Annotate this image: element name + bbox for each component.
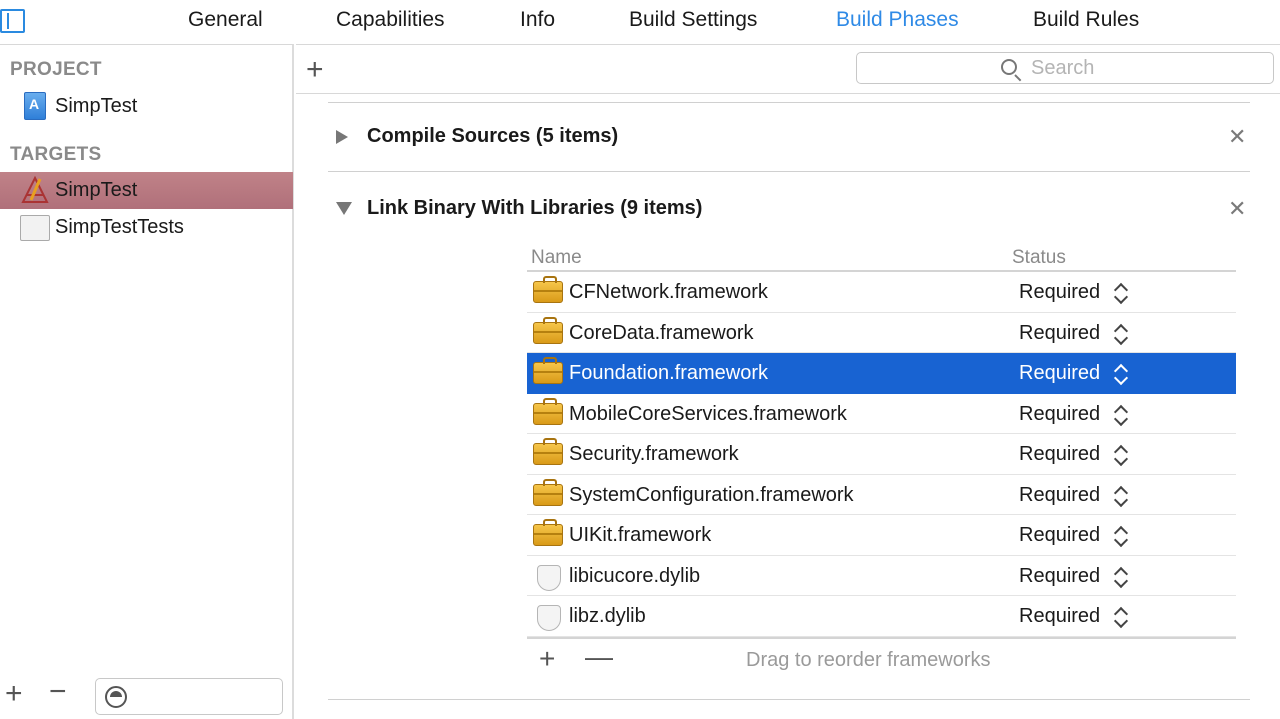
status-popup[interactable]: Required (1019, 362, 1100, 385)
sidebar-item-label: SimpTest (55, 179, 138, 201)
divider (328, 699, 1250, 700)
disclosure-triangle-collapsed-icon[interactable] (336, 129, 348, 144)
search-field[interactable] (856, 52, 1274, 84)
filter-icon (105, 686, 127, 708)
library-name: MobileCoreServices.framework (569, 402, 847, 425)
sidebar-item-label: SimpTestTests (55, 216, 184, 238)
disclosure-triangle-expanded-icon[interactable] (336, 202, 352, 215)
table-row[interactable]: MobileCoreServices.framework Required (527, 394, 1236, 434)
dylib-shield-icon (537, 605, 561, 631)
framework-toolbox-icon (533, 357, 563, 384)
table-row[interactable]: CoreData.framework Required (527, 313, 1236, 353)
sidebar-item-label: SimpTest (55, 95, 138, 117)
library-name: CoreData.framework (569, 321, 754, 344)
table-row[interactable]: SystemConfiguration.framework Required (527, 475, 1236, 515)
library-name: CFNetwork.framework (569, 281, 768, 303)
popup-chevrons-icon[interactable] (1113, 566, 1129, 588)
status-popup[interactable]: Required (1019, 484, 1100, 507)
navigator-toggle-icon[interactable] (0, 9, 25, 33)
framework-toolbox-icon (533, 316, 563, 344)
project-file-icon (24, 92, 46, 120)
tab-capabilities[interactable]: Capabilities (336, 8, 445, 32)
status-popup[interactable]: Required (1019, 403, 1100, 426)
sidebar-filter-field[interactable] (95, 678, 283, 715)
tab-build-rules[interactable]: Build Rules (1033, 8, 1139, 32)
popup-chevrons-icon[interactable] (1113, 404, 1129, 426)
search-icon (1001, 59, 1017, 75)
library-name: Security.framework (569, 443, 739, 465)
editor-tab-bar: General Capabilities Info Build Settings… (0, 0, 1280, 44)
library-name: libicucore.dylib (569, 564, 701, 587)
popup-chevrons-icon[interactable] (1113, 363, 1129, 385)
sidebar-bottom-bar: + − (0, 673, 293, 719)
popup-chevrons-icon[interactable] (1113, 485, 1129, 507)
framework-toolbox-icon (533, 276, 563, 303)
phase-title: Compile Sources (5 items) (367, 125, 619, 147)
sidebar-item-target-simptesttests[interactable]: SimpTestTests (0, 209, 293, 246)
phase-link-binary[interactable]: Link Binary With Libraries (9 items) (336, 197, 702, 220)
framework-toolbox-icon (533, 397, 563, 425)
divider (328, 102, 1250, 103)
table-header: Name Status (527, 242, 1236, 272)
library-name: SystemConfiguration.framework (569, 483, 854, 506)
tab-build-settings[interactable]: Build Settings (629, 8, 757, 32)
popup-chevrons-icon[interactable] (1113, 444, 1129, 466)
add-build-phase-button[interactable]: + (306, 55, 324, 85)
delete-phase-button[interactable]: ✕ (1228, 124, 1246, 150)
table-row[interactable]: libicucore.dylib Required (527, 556, 1236, 596)
remove-library-button[interactable]: — (585, 642, 613, 671)
build-phases-editor: + Compile Sources (5 items) ✕ Link Binar… (296, 44, 1280, 719)
tab-build-phases[interactable]: Build Phases (836, 8, 959, 32)
library-name: UIKit.framework (569, 524, 712, 546)
framework-toolbox-icon (533, 478, 563, 506)
delete-phase-button[interactable]: ✕ (1228, 196, 1246, 222)
status-popup[interactable]: Required (1019, 322, 1100, 345)
status-popup[interactable]: Required (1019, 524, 1100, 547)
framework-toolbox-icon (533, 519, 563, 546)
status-popup[interactable]: Required (1019, 443, 1100, 466)
framework-toolbox-icon (533, 438, 563, 465)
targets-section-header: TARGETS (10, 144, 102, 165)
popup-chevrons-icon[interactable] (1113, 525, 1129, 547)
app-target-icon (21, 175, 49, 203)
library-name: Foundation.framework (569, 362, 768, 384)
table-row[interactable]: libz.dylib Required (527, 596, 1236, 637)
project-target-sidebar: PROJECT SimpTest TARGETS SimpTest SimpTe… (0, 44, 294, 719)
status-popup[interactable]: Required (1019, 605, 1100, 628)
table-body: CFNetwork.framework Required CoreData.fram… (527, 272, 1236, 637)
phase-compile-sources[interactable]: Compile Sources (5 items) (336, 125, 618, 148)
table-row[interactable]: UIKit.framework Required (527, 515, 1236, 556)
reorder-hint: Drag to reorder frameworks (746, 648, 991, 671)
tab-info[interactable]: Info (520, 8, 555, 32)
status-popup[interactable]: Required (1019, 281, 1100, 304)
popup-chevrons-icon[interactable] (1113, 282, 1129, 304)
table-row[interactable]: CFNetwork.framework Required (527, 272, 1236, 313)
tab-general[interactable]: General (188, 8, 263, 32)
sidebar-item-target-simptest[interactable]: SimpTest (0, 172, 293, 209)
library-name: libz.dylib (569, 605, 646, 627)
status-popup[interactable]: Required (1019, 565, 1100, 588)
table-footer: + — Drag to reorder frameworks (527, 636, 1236, 681)
linked-libraries-table: Name Status CFNetwork.framework Required C… (527, 242, 1236, 681)
project-section-header: PROJECT (10, 59, 102, 80)
popup-chevrons-icon[interactable] (1113, 323, 1129, 345)
sidebar-item-project[interactable]: SimpTest (0, 88, 293, 125)
table-row[interactable]: Security.framework Required (527, 434, 1236, 475)
column-header-status[interactable]: Status (1012, 247, 1066, 269)
dylib-shield-icon (537, 564, 561, 591)
build-phases-toolbar: + (296, 44, 1280, 94)
phase-title: Link Binary With Libraries (9 items) (367, 197, 703, 219)
search-input[interactable] (1031, 56, 1261, 80)
remove-target-button[interactable]: − (49, 677, 67, 707)
add-library-button[interactable]: + (539, 644, 555, 673)
table-row[interactable]: Foundation.framework Required (527, 353, 1236, 394)
column-header-name[interactable]: Name (531, 247, 582, 269)
add-target-button[interactable]: + (5, 679, 23, 709)
divider (328, 171, 1250, 172)
popup-chevrons-icon[interactable] (1113, 606, 1129, 628)
test-bundle-icon (20, 215, 50, 241)
